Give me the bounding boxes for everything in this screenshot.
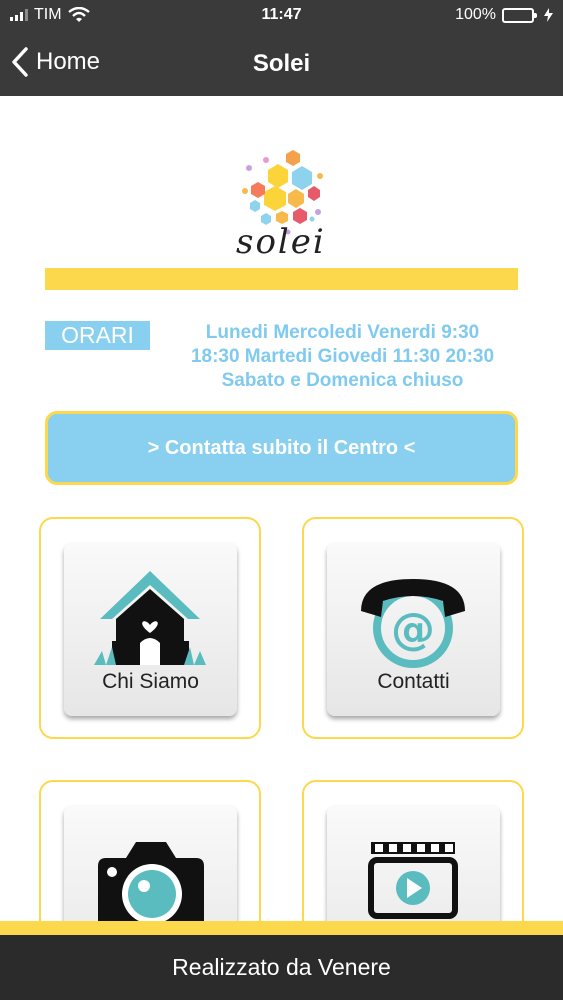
nav-bar: Home Solei [0,40,563,88]
hours-line: 18:30 Martedi Giovedi 11:30 20:30 [190,346,495,367]
orari-badge: ORARI [45,321,150,350]
tile-label: Contatti [377,670,450,693]
tile-card: @ Contatti [327,543,500,716]
contact-center-button[interactable]: > Contatta subito il Centro < [45,411,518,485]
logo-wordmark: solei [236,222,326,262]
charging-icon [544,8,553,22]
footer: Realizzato da Venere [0,935,563,1000]
footer-stripe [0,921,563,935]
battery-icon [502,7,537,23]
opening-hours: Lunedi Mercoledi Venerdi 9:30 18:30 Mart… [160,321,525,393]
tile-chi-siamo[interactable]: Chi Siamo [39,517,261,739]
battery-percent: 100% [455,6,496,23]
status-right: 100% [455,6,553,24]
svg-text:@: @ [391,604,435,655]
divider-bar [45,268,518,290]
tile-card: Chi Siamo [64,543,237,716]
hours-line: Lunedi Mercoledi Venerdi 9:30 [205,322,480,343]
status-bar: TIM 11:47 100% [0,0,563,32]
tile-contatti[interactable]: @ Contatti [302,517,524,739]
hours-line: Sabato e Domenica chiuso [221,370,464,391]
tile-label: Chi Siamo [102,670,199,693]
page-title: Solei [252,50,311,77]
top-bar: TIM 11:47 100% Home Solei [0,0,563,96]
